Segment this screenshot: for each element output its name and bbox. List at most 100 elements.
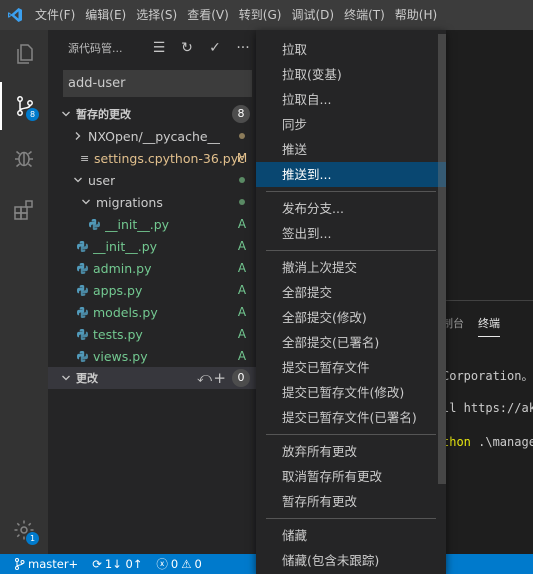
context-menu-item[interactable]: 拉取(变基): [256, 62, 446, 87]
staged-changes-header[interactable]: 暂存的更改 8: [48, 103, 256, 125]
menu-item[interactable]: 转到(G): [234, 0, 287, 30]
sync-counts: 1↓ 0↑: [104, 557, 143, 571]
git-status-letter: A: [237, 261, 247, 275]
tree-file[interactable]: tests.py A: [48, 323, 256, 345]
python-file-icon: [76, 240, 89, 253]
settings-gear-icon[interactable]: 1: [0, 506, 48, 554]
status-dot: [239, 177, 245, 183]
tree-item-label: admin.py: [93, 260, 152, 276]
chevron-down-icon: [60, 108, 72, 120]
source-control-icon[interactable]: 8: [0, 82, 48, 130]
context-menu-item[interactable]: 提交已暂存文件(已署名): [256, 405, 446, 430]
sidebar-title: 源代码管...: [68, 41, 123, 55]
menu-separator: [266, 250, 436, 251]
context-menu-item[interactable]: 提交已暂存文件(修改): [256, 380, 446, 405]
terminal-args: .\manage: [470, 435, 533, 449]
python-file-icon: [76, 350, 89, 363]
python-file-icon: [88, 218, 101, 231]
commit-message-input[interactable]: [63, 70, 252, 97]
sync-indicator[interactable]: ⟳ 1↓ 0↑: [92, 557, 142, 571]
menu-item[interactable]: 调试(D): [286, 0, 339, 30]
menu-item[interactable]: 查看(V): [182, 0, 234, 30]
tree-folder[interactable]: NXOpen/__pycache__: [48, 125, 256, 147]
tab-terminal[interactable]: 终端: [478, 315, 500, 337]
discard-all-icon[interactable]: ⤺: [197, 370, 212, 386]
branch-indicator[interactable]: master+: [14, 557, 78, 571]
context-menu-item[interactable]: 放弃所有更改: [256, 439, 446, 464]
branch-name: master+: [28, 557, 79, 571]
more-actions-icon[interactable]: ···: [234, 39, 252, 57]
terminal-line: thon .\manage: [442, 435, 533, 449]
context-menu-item[interactable]: 储藏(包含未跟踪): [256, 548, 446, 573]
context-menu-item[interactable]: 全部提交: [256, 280, 446, 305]
menu-item[interactable]: 文件(F): [30, 0, 80, 30]
tree-item-label: NXOpen/__pycache__: [88, 128, 221, 144]
context-menu-item[interactable]: 推送: [256, 137, 446, 162]
tree-file[interactable]: __init__.py A: [48, 213, 256, 235]
terminal-command: thon: [442, 435, 471, 449]
context-menu-item[interactable]: 发布分支...: [256, 196, 446, 221]
activity-bar: 8 1: [0, 30, 48, 554]
context-menu-item[interactable]: 签出到...: [256, 221, 446, 246]
python-file-icon: [76, 262, 89, 275]
tree-file[interactable]: views.py A: [48, 345, 256, 367]
tree-item-label: tests.py: [93, 326, 143, 342]
menu-separator: [266, 191, 436, 192]
tree-folder[interactable]: user: [48, 169, 256, 191]
context-menu-item[interactable]: 撤消上次提交: [256, 255, 446, 280]
git-status-letter: A: [237, 327, 247, 341]
staged-count-badge: 8: [232, 105, 250, 123]
terminal-line: ll https://ak: [442, 401, 533, 415]
python-file-icon: [76, 328, 89, 341]
tree-file[interactable]: admin.py A: [48, 257, 256, 279]
context-menu-item[interactable]: 储藏: [256, 523, 446, 548]
view-as-list-icon[interactable]: ☰: [150, 39, 168, 57]
python-file-icon: [76, 284, 89, 297]
context-menu-item[interactable]: 全部提交(已署名): [256, 330, 446, 355]
menu-item[interactable]: 终端(T): [339, 0, 390, 30]
tree-file[interactable]: __init__.py A: [48, 235, 256, 257]
refresh-icon[interactable]: ↻: [178, 39, 196, 57]
tree-item-label: user: [88, 172, 116, 188]
context-menu-item[interactable]: 拉取: [256, 37, 446, 62]
changes-header[interactable]: 更改 ⤺ + 0: [48, 367, 256, 389]
sidebar-header: 源代码管... ☰ ↻ ✓ ···: [48, 30, 256, 65]
error-count: 0: [170, 557, 179, 571]
terminal-line: Corporation。: [442, 369, 533, 383]
explorer-icon[interactable]: [0, 30, 48, 78]
chevron-down-icon: [80, 196, 92, 208]
menu-bar: 文件(F) 编辑(E) 选择(S) 查看(V) 转到(G) 调试(D) 终端(T) 帮助(H): [30, 0, 442, 30]
context-menu-item[interactable]: 同步: [256, 112, 446, 137]
title-bar: 文件(F) 编辑(E) 选择(S) 查看(V) 转到(G) 调试(D) 终端(T) 帮助(H): [0, 0, 533, 30]
status-dot: [239, 199, 245, 205]
status-dot: [239, 133, 245, 139]
settings-badge: 1: [26, 532, 39, 545]
warning-icon: ⚠: [181, 557, 192, 571]
stage-all-icon[interactable]: +: [213, 369, 226, 387]
tree-file[interactable]: models.py A: [48, 301, 256, 323]
tree-item-label: views.py: [93, 348, 148, 364]
tree-item-label: __init__.py: [93, 238, 158, 254]
context-menu-item[interactable]: 全部提交(修改): [256, 305, 446, 330]
git-status-letter: M: [236, 151, 248, 165]
git-status-letter: A: [237, 239, 247, 253]
tree-file[interactable]: apps.py A: [48, 279, 256, 301]
menu-scrollbar[interactable]: [438, 34, 446, 484]
sync-icon: ⟳: [92, 557, 102, 571]
menu-item[interactable]: 编辑(E): [80, 0, 131, 30]
branch-icon: [15, 558, 25, 570]
context-menu-item[interactable]: 暂存所有更改: [256, 489, 446, 514]
extensions-icon[interactable]: [0, 186, 48, 234]
context-menu-item[interactable]: 拉取自...: [256, 87, 446, 112]
context-menu-item[interactable]: 推送到...: [256, 162, 446, 187]
debug-icon[interactable]: [0, 134, 48, 182]
commit-check-icon[interactable]: ✓: [206, 39, 224, 57]
problems-indicator[interactable]: ⓧ 0 ⚠ 0: [156, 556, 201, 572]
context-menu-item[interactable]: 取消暂存所有更改: [256, 464, 446, 489]
tree-file[interactable]: ≡ settings.cpython-36.pyc M: [48, 147, 256, 169]
git-context-menu: 拉取 拉取(变基) 拉取自... 同步 推送 推送到... 发布分支... 签出到... 撤消上…: [256, 30, 446, 574]
tree-folder[interactable]: migrations: [48, 191, 256, 213]
menu-item[interactable]: 帮助(H): [390, 0, 442, 30]
context-menu-item[interactable]: 提交已暂存文件: [256, 355, 446, 380]
menu-item[interactable]: 选择(S): [131, 0, 182, 30]
